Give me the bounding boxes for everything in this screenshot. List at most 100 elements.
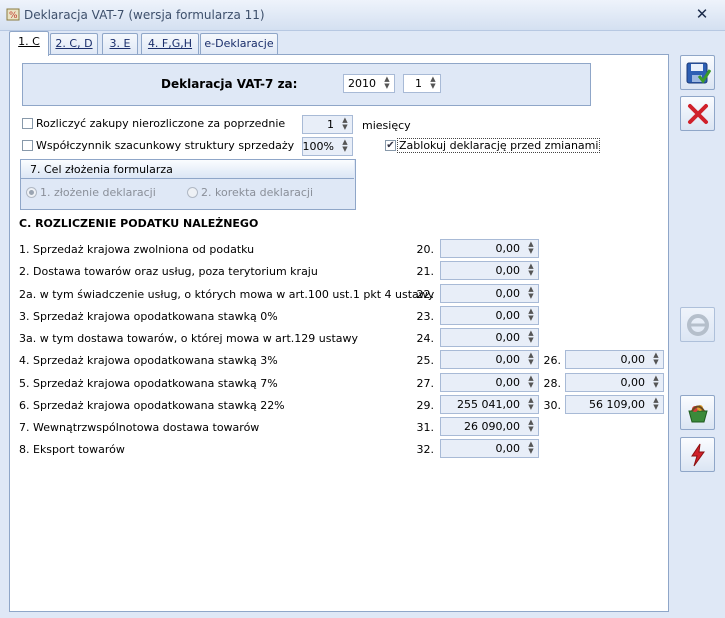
- lock-declaration-label: Zablokuj deklarację przed zmianami: [397, 138, 601, 153]
- basket-button[interactable]: [680, 395, 715, 430]
- cancel-button[interactable]: [680, 96, 715, 131]
- tab-c[interactable]: 1. C: [9, 31, 49, 56]
- amount-value: 0,00: [495, 264, 521, 277]
- year-value: 2010: [348, 77, 376, 90]
- spinner-arrows-icon[interactable]: ▲ ▼: [651, 375, 661, 390]
- row-number-2: 26.: [543, 354, 562, 367]
- spinner-arrows-icon[interactable]: ▲ ▼: [526, 419, 536, 434]
- tax-amount-value: 56 109,00: [589, 398, 645, 411]
- amount-field[interactable]: 0,00 ▲ ▼: [440, 439, 539, 458]
- tax-amount-value: 0,00: [620, 353, 646, 366]
- row-label: 4. Sprzedaż krajowa opodatkowana stawką …: [19, 354, 278, 367]
- row-number: 27.: [416, 377, 435, 390]
- export-button[interactable]: [680, 437, 715, 472]
- year-spinner[interactable]: 2010 ▲ ▼: [343, 74, 395, 93]
- row-number-2: 30.: [543, 399, 562, 412]
- tab-e[interactable]: 3. E: [102, 33, 138, 54]
- coefficient-value: 100%: [302, 140, 334, 153]
- spinner-arrows-icon[interactable]: ▲ ▼: [651, 397, 661, 412]
- spinner-arrows-icon[interactable]: ▲ ▼: [526, 308, 536, 323]
- amount-field[interactable]: 26 090,00 ▲ ▼: [440, 417, 539, 436]
- spinner-arrows-icon[interactable]: ▲ ▼: [526, 330, 536, 345]
- row-number: 31.: [416, 421, 435, 434]
- purpose-option-2-radio[interactable]: [187, 187, 198, 198]
- settle-purchases-label: Rozliczyć zakupy nierozliczone za poprze…: [36, 117, 286, 130]
- row-label: 7. Wewnątrzwspólnotowa dostawa towarów: [19, 421, 260, 434]
- spinner-arrows-icon[interactable]: ▲ ▼: [526, 263, 536, 278]
- row-label: 2. Dostawa towarów oraz usług, poza tery…: [19, 265, 318, 278]
- coefficient-label: Współczynnik szacunkowy struktury sprzed…: [36, 139, 295, 152]
- spinner-arrows-icon[interactable]: ▲ ▼: [340, 139, 350, 154]
- lock-declaration-checkbox[interactable]: ✔: [385, 140, 396, 151]
- purpose-title: 7. Cel złożenia formularza: [30, 163, 173, 176]
- lightning-icon: [691, 443, 705, 467]
- row-number-2: 28.: [543, 377, 562, 390]
- spinner-arrows-icon[interactable]: ▲ ▼: [382, 76, 392, 91]
- settle-months-spinner[interactable]: 1 ▲ ▼: [302, 115, 353, 134]
- months-unit-label: miesięcy: [362, 119, 411, 132]
- spinner-arrows-icon[interactable]: ▲ ▼: [651, 352, 661, 367]
- row-number: 24.: [416, 332, 435, 345]
- spinner-arrows-icon[interactable]: ▲ ▼: [526, 286, 536, 301]
- e-declaration-button[interactable]: [680, 307, 715, 342]
- tax-amount-field[interactable]: 56 109,00 ▲ ▼: [565, 395, 664, 414]
- row-number: 20.: [416, 243, 435, 256]
- row-number: 29.: [416, 399, 435, 412]
- amount-value: 0,00: [495, 309, 521, 322]
- row-number: 21.: [416, 265, 435, 278]
- settle-purchases-checkbox[interactable]: [22, 118, 33, 129]
- tax-amount-field[interactable]: 0,00 ▲ ▼: [565, 350, 664, 369]
- purpose-option-1-radio[interactable]: [26, 187, 37, 198]
- amount-field[interactable]: 0,00 ▲ ▼: [440, 239, 539, 258]
- amount-value: 26 090,00: [464, 420, 520, 433]
- row-label: 1. Sprzedaż krajowa zwolniona od podatku: [19, 243, 255, 256]
- coefficient-checkbox[interactable]: [22, 140, 33, 151]
- amount-value: 255 041,00: [457, 398, 520, 411]
- tab-label: 4. F,G,H: [147, 37, 193, 50]
- purpose-option-1-label: 1. złożenie deklaracji: [40, 186, 156, 199]
- spinner-arrows-icon[interactable]: ▲ ▼: [526, 241, 536, 256]
- amount-field[interactable]: 255 041,00 ▲ ▼: [440, 395, 539, 414]
- tax-amount-value: 0,00: [620, 376, 646, 389]
- amount-value: 0,00: [495, 442, 521, 455]
- settle-months-value: 1: [327, 118, 334, 131]
- close-icon[interactable]: ✕: [694, 6, 710, 22]
- tab-label: 2. C, D: [55, 37, 93, 50]
- purpose-option-2-label: 2. korekta deklaracji: [201, 186, 314, 199]
- amount-value: 0,00: [495, 331, 521, 344]
- row-number: 25.: [416, 354, 435, 367]
- amount-value: 0,00: [495, 353, 521, 366]
- tab-f-g-h[interactable]: 4. F,G,H: [141, 33, 199, 54]
- svg-text:%: %: [9, 11, 18, 21]
- tab-c-d[interactable]: 2. C, D: [50, 33, 98, 54]
- amount-field[interactable]: 0,00 ▲ ▼: [440, 350, 539, 369]
- spinner-arrows-icon[interactable]: ▲ ▼: [340, 117, 350, 132]
- tax-amount-field[interactable]: 0,00 ▲ ▼: [565, 373, 664, 392]
- declaration-period-box: [22, 63, 591, 106]
- save-icon: [686, 62, 711, 84]
- spinner-arrows-icon[interactable]: ▲ ▼: [428, 76, 438, 91]
- amount-field[interactable]: 0,00 ▲ ▼: [440, 373, 539, 392]
- window-icon: %: [6, 7, 20, 21]
- amount-value: 0,00: [495, 376, 521, 389]
- tab-e-deklaracje[interactable]: e-Deklaracje: [200, 33, 278, 54]
- declaration-period-label: Deklaracja VAT-7 za:: [161, 77, 298, 91]
- coefficient-spinner[interactable]: 100% ▲ ▼: [302, 137, 353, 156]
- month-spinner[interactable]: 1 ▲ ▼: [403, 74, 441, 93]
- row-label: 8. Eksport towarów: [19, 443, 125, 456]
- row-label: 5. Sprzedaż krajowa opodatkowana stawką …: [19, 377, 278, 390]
- save-button[interactable]: [680, 55, 715, 90]
- amount-field[interactable]: 0,00 ▲ ▼: [440, 328, 539, 347]
- row-label: 3a. w tym dostawa towarów, o której mowa…: [19, 332, 359, 345]
- amount-value: 0,00: [495, 287, 521, 300]
- row-number: 23.: [416, 310, 435, 323]
- amount-field[interactable]: 0,00 ▲ ▼: [440, 284, 539, 303]
- amount-field[interactable]: 0,00 ▲ ▼: [440, 306, 539, 325]
- amount-field[interactable]: 0,00 ▲ ▼: [440, 261, 539, 280]
- section-c-title: C. ROZLICZENIE PODATKU NALEŻNEGO: [19, 217, 259, 230]
- spinner-arrows-icon[interactable]: ▲ ▼: [526, 441, 536, 456]
- row-number: 22.: [416, 288, 435, 301]
- e-declaration-icon: [687, 314, 709, 336]
- window-title: Deklaracja VAT-7 (wersja formularza 11): [24, 8, 265, 22]
- tab-label: 1. C: [18, 35, 40, 48]
